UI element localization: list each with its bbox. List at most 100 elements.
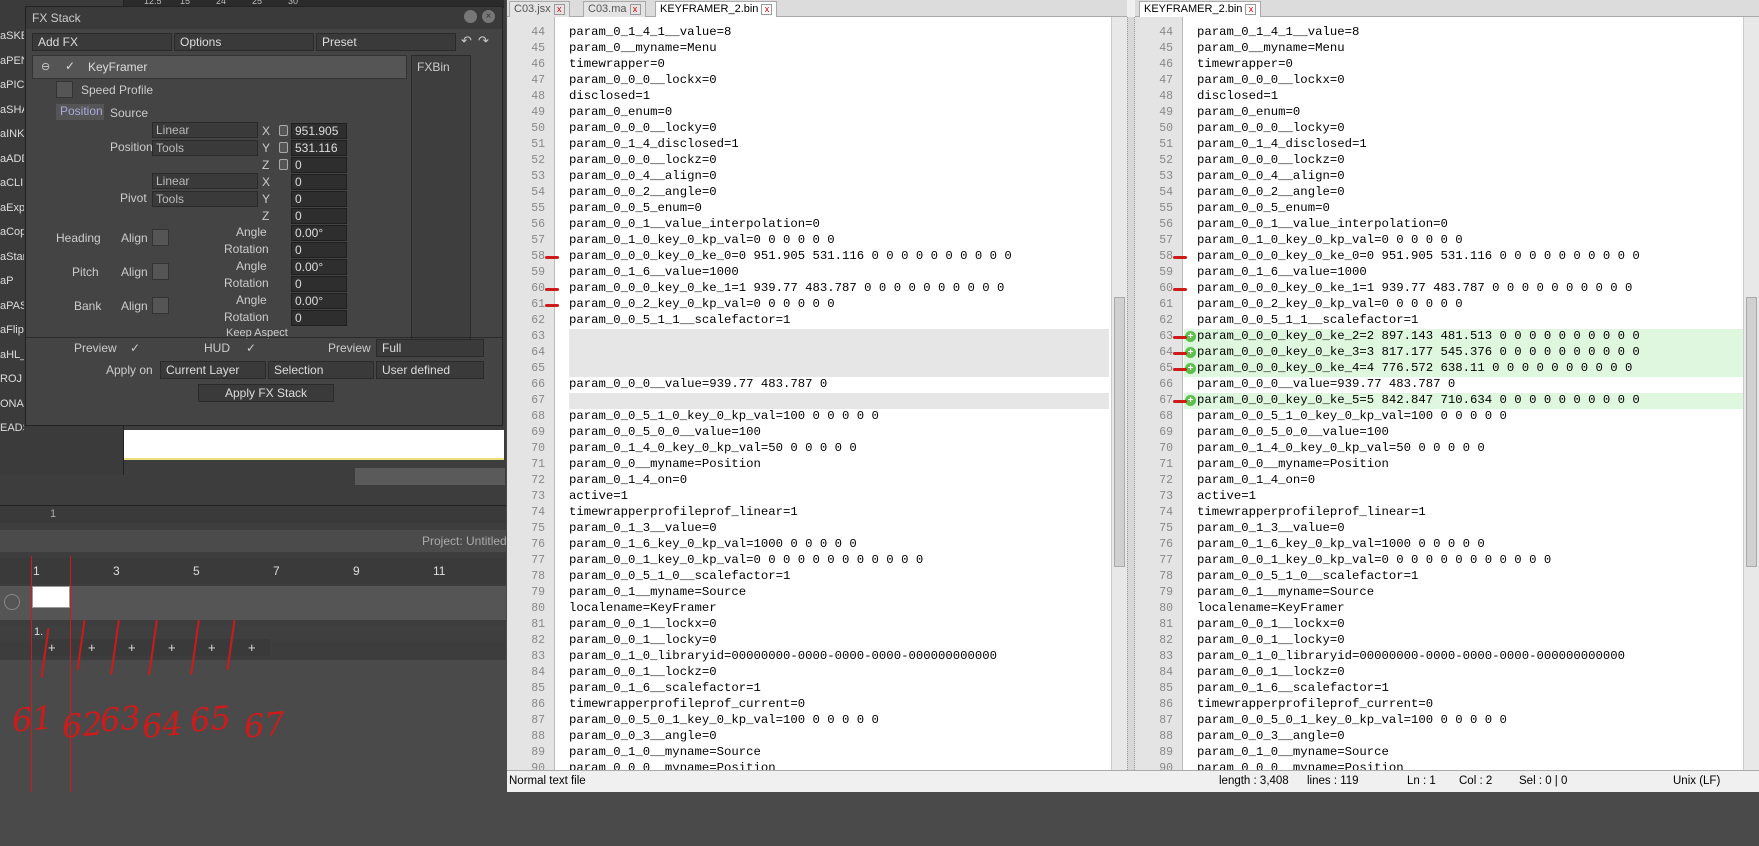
add-keyframe-icon[interactable]: + (208, 640, 216, 655)
code-line[interactable]: param_0_1_4_1__value=8 (569, 25, 731, 41)
code-line[interactable]: timewrapper=0 (569, 57, 665, 73)
code-line[interactable]: active=1 (569, 489, 628, 505)
tab-c03-ma[interactable]: C03.ma x (583, 1, 646, 17)
code-line[interactable]: param_0_1_0__myname=Source (569, 745, 761, 761)
code-line[interactable]: timewrapperprofileprof_current=0 (569, 697, 805, 713)
editor-pane-right[interactable]: 44 param_0_1_4_1__value=8 45 param_0__mynam… (1135, 17, 1759, 775)
code-line[interactable]: param_0_enum=0 (1197, 105, 1300, 121)
scroll-thumb[interactable] (1746, 297, 1757, 567)
code-line[interactable]: param_0_0_5_1_1__scalefactor=1 (1197, 313, 1418, 329)
code-line[interactable]: param_0_1_6__scalefactor=1 (1197, 681, 1389, 697)
code-line[interactable]: param_0_0_2_key_0_kp_val=0 0 0 0 0 0 (1197, 297, 1463, 313)
keyframe-cell[interactable] (32, 586, 70, 608)
code-line[interactable]: localename=KeyFramer (569, 601, 717, 617)
code-line[interactable]: param_0_0_5_1_0_key_0_kp_val=100 0 0 0 0… (1197, 409, 1507, 425)
sidebar-item[interactable]: aSHA (0, 104, 24, 126)
options-dropdown[interactable]: Options (174, 33, 314, 51)
code-line[interactable]: param_0__myname=Menu (569, 41, 717, 57)
code-line[interactable]: timewrapperprofileprof_linear=1 (569, 505, 798, 521)
code-line[interactable]: param_0_1_4_0_key_0_kp_val=50 0 0 0 0 0 (1197, 441, 1485, 457)
editor-pane-left[interactable]: 44 param_0_1_4_1__value=8 45 param_0__mynam… (507, 17, 1119, 775)
add-keyframe-icon[interactable]: + (128, 640, 136, 655)
preset-dropdown[interactable]: Preset (316, 33, 456, 51)
code-line[interactable]: param_0_1_4_1__value=8 (1197, 25, 1359, 41)
code-line[interactable]: param_0_1_4_disclosed=1 (1197, 137, 1367, 153)
code-line[interactable]: param_0_0_5_0_0__value=100 (1197, 425, 1389, 441)
minimize-icon[interactable] (464, 10, 477, 23)
preview-quality-dropdown[interactable]: Full (376, 339, 484, 357)
bank-rotation-field[interactable]: 0 (291, 310, 347, 326)
code-line[interactable]: param_0_0__myname=Position (569, 457, 761, 473)
code-line[interactable]: param_0_1_0_key_0_kp_val=0 0 0 0 0 0 (569, 233, 835, 249)
timeline-track[interactable] (0, 586, 506, 620)
sidebar-item[interactable]: aCop (0, 226, 24, 248)
code-line[interactable]: param_0_0_2_key_0_kp_val=0 0 0 0 0 0 (569, 297, 835, 313)
sidebar-item[interactable]: aCLIF (0, 177, 24, 199)
code-line[interactable]: active=1 (1197, 489, 1256, 505)
code-line[interactable]: param_0_0_2__angle=0 (569, 185, 717, 201)
sidebar-item[interactable]: ONA (0, 398, 24, 420)
apply-fx-stack-button[interactable]: Apply FX Stack (198, 384, 334, 402)
undo-icon[interactable]: ↶ (461, 33, 472, 49)
bank-align-checkbox[interactable] (152, 297, 169, 314)
apply-layer-dropdown[interactable]: Current Layer (160, 361, 266, 379)
code-line[interactable]: param_0_0_5_1_0__scalefactor=1 (1197, 569, 1418, 585)
code-line[interactable]: param_0_1_0_libraryid=00000000-0000-0000… (1197, 649, 1625, 665)
code-line[interactable]: param_0_0_1__locky=0 (569, 633, 717, 649)
code-line[interactable]: param_0_1_4_0_key_0_kp_val=50 0 0 0 0 0 (569, 441, 857, 457)
code-line[interactable]: param_0_0_5_0_0__value=100 (569, 425, 761, 441)
collapse-icon[interactable]: ⊖ (41, 60, 50, 73)
heading-rotation-field[interactable]: 0 (291, 242, 347, 258)
code-line[interactable]: param_0_0_0__lockx=0 (1197, 73, 1345, 89)
check-icon[interactable]: ✓ (65, 59, 75, 73)
add-keyframe-icon[interactable]: + (48, 640, 56, 655)
position-x-field[interactable]: 951.905 (291, 123, 347, 139)
pivot-x-field[interactable]: 0 (291, 174, 347, 190)
code-line[interactable]: param_0_0_0_key_0_ke_1=1 939.77 483.787 … (1197, 281, 1632, 297)
code-line[interactable]: param_0_1_3__value=0 (1197, 521, 1345, 537)
add-fx-dropdown[interactable]: Add FX (32, 33, 172, 51)
sidebar-item[interactable]: aHL_S (0, 349, 24, 371)
scrollbar-right[interactable] (1743, 17, 1759, 770)
code-line[interactable]: param_0_0_2__angle=0 (1197, 185, 1345, 201)
code-line[interactable]: param_0_0_5_enum=0 (1197, 201, 1330, 217)
pivot-y-field[interactable]: 0 (291, 191, 347, 207)
code-line[interactable]: param_0_0_0_key_0_ke_0=0 951.905 531.116… (1197, 249, 1640, 265)
close-icon[interactable]: x (629, 4, 641, 15)
pitch-rotation-field[interactable]: 0 (291, 276, 347, 292)
speed-profile-checkbox[interactable] (56, 81, 73, 98)
code-line[interactable]: param_0_0_0_key_0_ke_4=4 776.572 638.11 … (1197, 361, 1632, 377)
sidebar-item[interactable]: aP (0, 275, 24, 297)
code-line[interactable]: param_0_1_6_key_0_kp_val=1000 0 0 0 0 0 (569, 537, 857, 553)
code-line[interactable]: param_0_1_6__value=1000 (1197, 265, 1367, 281)
code-line[interactable]: param_0_0_1__lockx=0 (569, 617, 717, 633)
lock-icon[interactable] (279, 159, 288, 170)
code-line[interactable]: param_0_0_5_1_0_key_0_kp_val=100 0 0 0 0… (569, 409, 879, 425)
sidebar-item[interactable]: aStar (0, 251, 24, 273)
code-line[interactable]: disclosed=1 (1197, 89, 1278, 105)
position-y-field[interactable]: 531.116 (291, 140, 347, 156)
code-line[interactable]: param_0_0_5_1_1__scalefactor=1 (569, 313, 790, 329)
code-line[interactable]: timewrapperprofileprof_linear=1 (1197, 505, 1426, 521)
canvas-area[interactable] (124, 430, 504, 460)
code-line[interactable]: param_0_enum=0 (569, 105, 672, 121)
code-line[interactable]: param_0_0_1__locky=0 (1197, 633, 1345, 649)
sidebar-item[interactable]: aPAST (0, 300, 24, 322)
scroll-strip[interactable] (355, 468, 505, 485)
code-line[interactable]: param_0_0_0_key_0_ke_1=1 939.77 483.787 … (569, 281, 1004, 297)
code-line[interactable]: param_0_0_3__angle=0 (1197, 729, 1345, 745)
code-line[interactable]: param_0_0_1__value_interpolation=0 (569, 217, 820, 233)
sidebar-item[interactable]: aINK (0, 128, 24, 150)
code-line[interactable]: param_0_0_1__lockz=0 (1197, 665, 1345, 681)
code-line[interactable]: localename=KeyFramer (1197, 601, 1345, 617)
code-line[interactable]: param_0_1_0_libraryid=00000000-0000-0000… (569, 649, 997, 665)
code-line[interactable]: param_0_0_0_key_0_ke_0=0 951.905 531.116… (569, 249, 1012, 265)
position-interp-dropdown[interactable]: Linear (152, 122, 258, 138)
close-icon[interactable]: x (761, 4, 773, 15)
pivot-interp-dropdown[interactable]: Linear (152, 173, 258, 189)
pivot-z-field[interactable]: 0 (291, 208, 347, 224)
close-icon[interactable]: × (482, 10, 495, 23)
add-keyframe-icon[interactable]: + (248, 640, 256, 655)
position-tools-dropdown[interactable]: Tools (152, 140, 258, 156)
sidebar-item[interactable]: aSKE (0, 30, 24, 52)
